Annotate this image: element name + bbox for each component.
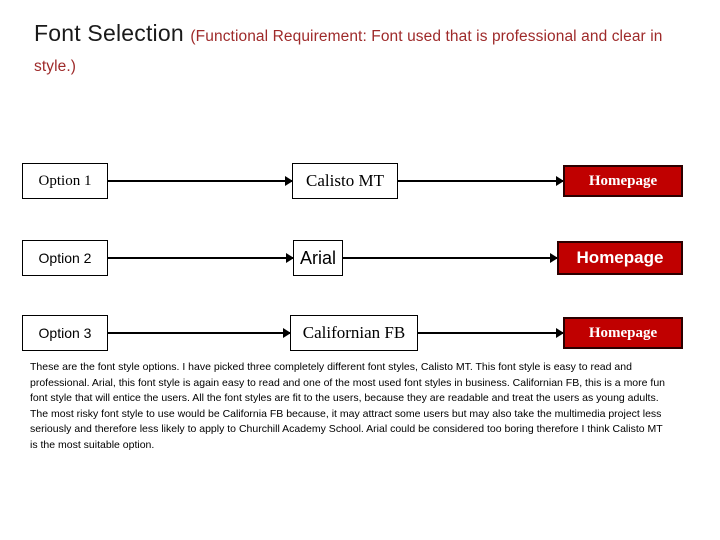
- option-node-1[interactable]: Option 1: [22, 163, 108, 199]
- arrow-connector: [418, 328, 564, 338]
- page-title-main: Font Selection: [34, 20, 191, 46]
- option-node-2[interactable]: Option 2: [22, 240, 108, 276]
- flow-row: Option 3 Californian FB Homepage: [0, 311, 720, 355]
- arrow-connector: [108, 176, 293, 186]
- destination-node-3[interactable]: Homepage: [563, 317, 683, 349]
- page-title: Font Selection (Functional Requirement: …: [34, 18, 694, 82]
- arrow-connector: [343, 253, 558, 263]
- arrow-connector: [398, 176, 564, 186]
- arrow-connector: [108, 328, 291, 338]
- destination-node-1[interactable]: Homepage: [563, 165, 683, 197]
- arrow-connector: [108, 253, 294, 263]
- option-node-3[interactable]: Option 3: [22, 315, 108, 351]
- font-node-3[interactable]: Californian FB: [290, 315, 418, 351]
- font-node-2[interactable]: Arial: [293, 240, 343, 276]
- font-node-1[interactable]: Calisto MT: [292, 163, 398, 199]
- destination-node-2[interactable]: Homepage: [557, 241, 683, 275]
- explanation-paragraph: These are the font style options. I have…: [30, 361, 665, 451]
- flow-row: Option 2 Arial Homepage: [0, 236, 720, 280]
- flow-row: Option 1 Calisto MT Homepage: [0, 159, 720, 203]
